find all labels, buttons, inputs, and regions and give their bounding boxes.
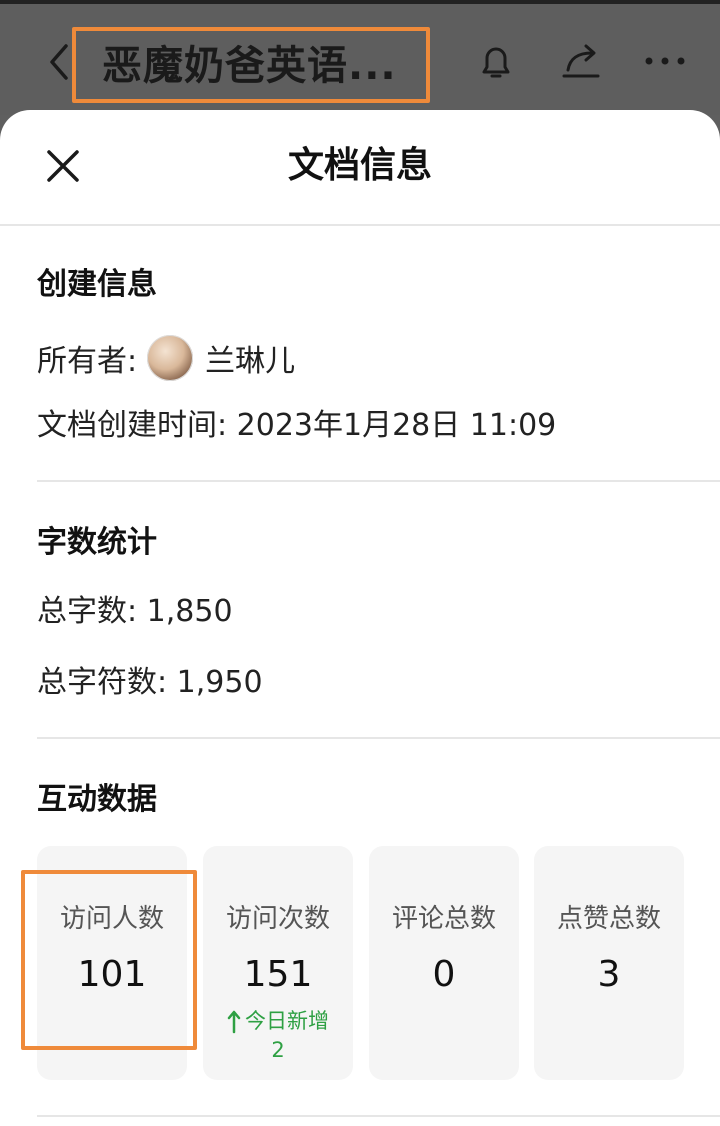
sheet-header: 文档信息 [0, 110, 720, 226]
owner-name[interactable]: 兰琳儿 [205, 336, 295, 380]
divider [37, 737, 720, 739]
stat-value: 0 [432, 954, 456, 995]
today-new-value: 2 [271, 1038, 285, 1062]
total-words-label: 总字数: [37, 594, 138, 629]
more-icon[interactable] [642, 38, 688, 84]
app-bar: 恶魔奶爸英语... [0, 0, 720, 115]
bell-icon[interactable] [474, 40, 518, 84]
avatar[interactable] [147, 335, 194, 381]
doc-title[interactable]: 恶魔奶爸英语... [102, 40, 422, 92]
total-chars-label: 总字符数: [37, 665, 168, 700]
owner-row: 所有者: 兰琳儿 [37, 334, 295, 382]
stat-card-likes[interactable]: 点赞总数 3 [534, 846, 684, 1080]
word-stats-section-title: 字数统计 [37, 525, 157, 560]
stat-card-comments[interactable]: 评论总数 0 [369, 846, 519, 1080]
divider [37, 480, 720, 482]
sheet-title: 文档信息 [287, 145, 432, 186]
created-value: 2023年1月28日 11:09 [236, 408, 557, 443]
arrow-up-icon [227, 1010, 241, 1034]
divider [37, 1115, 720, 1117]
stat-label: 评论总数 [391, 904, 496, 934]
stat-value: 151 [243, 954, 313, 995]
status-edge [0, 0, 720, 4]
stat-value: 3 [597, 954, 621, 995]
total-chars-value: 1,950 [176, 665, 263, 700]
created-label: 文档创建时间: [37, 408, 228, 443]
delta-label: 今日新增 [245, 1009, 329, 1033]
stat-card-visits[interactable]: 访问次数 151 今日新增 2 [203, 846, 353, 1080]
stat-label: 访问次数 [225, 904, 330, 934]
owner-label: 所有者: [37, 344, 138, 379]
stat-label: 点赞总数 [556, 904, 661, 934]
visitors-highlight [21, 870, 197, 1050]
today-new-label: 今日新增 [203, 1006, 353, 1036]
document-info-sheet: 文档信息 创建信息 所有者: 兰琳儿 文档创建时间: 2023年1月28日 11… [0, 110, 720, 1126]
share-icon[interactable] [558, 38, 604, 84]
creation-section-title: 创建信息 [37, 267, 157, 302]
total-words-row: 总字数: 1,850 [37, 592, 233, 632]
total-words-value: 1,850 [146, 594, 233, 629]
interaction-section-title: 互动数据 [37, 782, 157, 817]
total-chars-row: 总字符数: 1,950 [37, 663, 263, 703]
created-time-row: 文档创建时间: 2023年1月28日 11:09 [37, 406, 556, 446]
